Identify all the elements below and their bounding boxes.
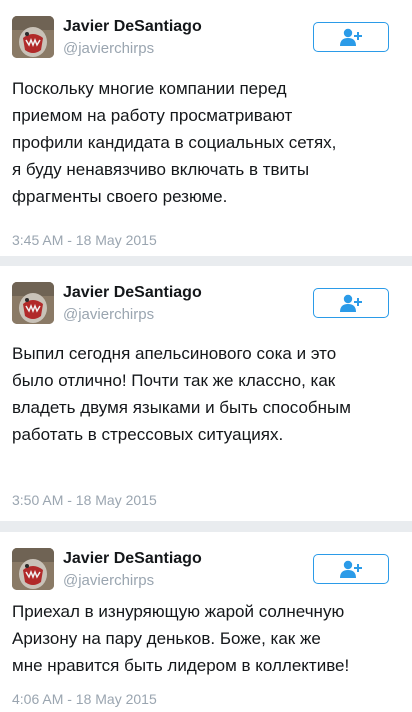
tweet-text-line: профили кандидата в социальных сетях, (12, 133, 337, 152)
tweet-text: Поскольку многие компании перед приемом … (12, 75, 406, 210)
tweet-text-line: работать в стрессовых ситуациях. (12, 425, 284, 444)
tweet-timestamp[interactable]: 3:45 AM - 18 May 2015 (12, 232, 157, 248)
avatar-image (12, 548, 54, 590)
tweet-text: Выпил сегодня апельсинового сока и это б… (12, 340, 406, 448)
tweet-text-line: приемом на работу просматривают (12, 106, 293, 125)
avatar[interactable] (12, 16, 54, 58)
tweet-timestamp[interactable]: 4:06 AM - 18 May 2015 (12, 691, 157, 707)
follow-button[interactable] (313, 288, 389, 318)
user-name[interactable]: Javier DeSantiago (63, 550, 202, 568)
tweet-card: Javier DeSantiago @javierchirps Поскольк… (0, 0, 412, 256)
tweet-text-line: Поскольку многие компании перед (12, 79, 287, 98)
user-handle[interactable]: @javierchirps (63, 306, 154, 323)
follow-button[interactable] (313, 22, 389, 52)
tweet-text-line: я буду ненавязчиво включать в твиты (12, 160, 310, 179)
tweet-text-line: было отлично! Почти так же классно, как (12, 371, 336, 390)
tweet-timestamp[interactable]: 3:50 AM - 18 May 2015 (12, 492, 157, 508)
tweet-text-line: фрагменты своего резюме. (12, 187, 228, 206)
user-name[interactable]: Javier DeSantiago (63, 284, 202, 302)
avatar[interactable] (12, 548, 54, 590)
tweet-text-line: мне нравится быть лидером в коллективе! (12, 656, 350, 675)
add-user-icon (340, 28, 362, 46)
avatar-image (12, 282, 54, 324)
tweet-text-line: Выпил сегодня апельсинового сока и это (12, 344, 337, 363)
tweet-card: Javier DeSantiago @javierchirps Приехал … (0, 532, 412, 712)
tweet-text-line: владеть двумя языками и быть способным (12, 398, 351, 417)
avatar[interactable] (12, 282, 54, 324)
tweet-text: Приехал в изнуряющую жарой солнечную Ари… (12, 598, 406, 679)
avatar-image (12, 16, 54, 58)
user-handle[interactable]: @javierchirps (63, 40, 154, 57)
tweet-text-line: Аризону на пару деньков. Боже, как же (12, 629, 321, 648)
add-user-icon (340, 294, 362, 312)
tweet-text-line: Приехал в изнуряющую жарой солнечную (12, 602, 345, 621)
tweet-card: Javier DeSantiago @javierchirps Выпил се… (0, 266, 412, 521)
user-handle[interactable]: @javierchirps (63, 572, 154, 589)
user-name[interactable]: Javier DeSantiago (63, 18, 202, 36)
add-user-icon (340, 560, 362, 578)
follow-button[interactable] (313, 554, 389, 584)
